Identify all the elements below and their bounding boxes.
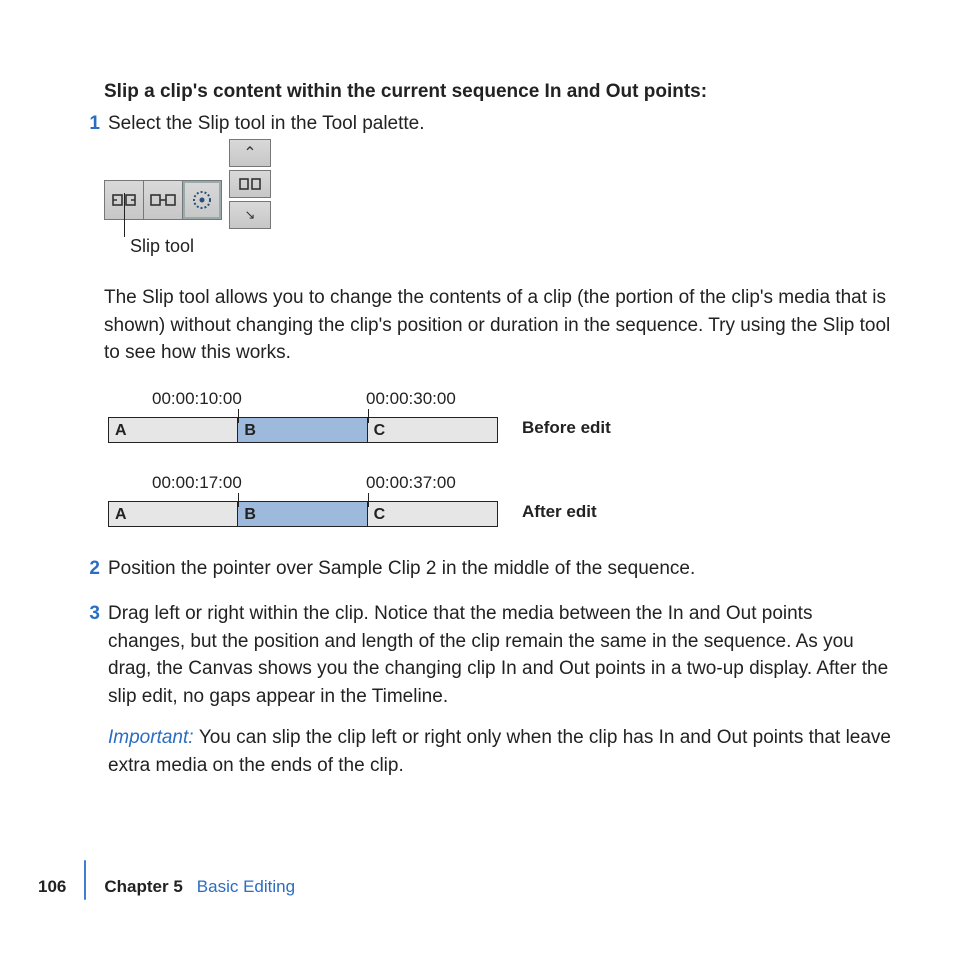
step-number: 2 bbox=[74, 555, 100, 583]
diagram-before: 00:00:10:00 00:00:30:00 A B C Before edi… bbox=[108, 387, 718, 443]
clip-b: B bbox=[238, 502, 367, 526]
clip-c: C bbox=[368, 418, 497, 442]
step-number: 1 bbox=[74, 110, 100, 138]
slide-tool-icon bbox=[149, 189, 177, 211]
chapter-title: Basic Editing bbox=[197, 875, 295, 900]
time-remap-icon bbox=[190, 188, 214, 212]
section-heading: Slip a clip's content within the current… bbox=[104, 78, 894, 106]
important-text: You can slip the clip left or right only… bbox=[108, 727, 891, 776]
description-paragraph: The Slip tool allows you to change the c… bbox=[104, 284, 894, 367]
page-footer: 106 Chapter 5 Basic Editing bbox=[38, 860, 295, 900]
important-label: Important: bbox=[108, 727, 199, 748]
ordered-steps-cont: 2 Position the pointer over Sample Clip … bbox=[104, 555, 894, 780]
tick-mark bbox=[368, 409, 369, 423]
clip-row-after: A B C bbox=[108, 501, 498, 527]
step-1: 1 Select the Slip tool in the Tool palet… bbox=[104, 110, 894, 138]
after-label: After edit bbox=[522, 500, 597, 525]
timecode-out-after: 00:00:37:00 bbox=[366, 471, 456, 496]
clip-c: C bbox=[368, 502, 497, 526]
timecode-out-before: 00:00:30:00 bbox=[366, 387, 456, 412]
chevron-up-icon: ⌃ bbox=[243, 142, 256, 165]
tick-mark bbox=[238, 409, 239, 423]
clip-b: B bbox=[238, 418, 367, 442]
step-number: 3 bbox=[74, 600, 100, 628]
step-text: Select the Slip tool in the Tool palette… bbox=[108, 110, 894, 138]
chapter-label: Chapter 5 bbox=[104, 875, 182, 900]
ordered-steps: 1 Select the Slip tool in the Tool palet… bbox=[104, 110, 894, 138]
expand-arrow-icon: ↘ bbox=[245, 206, 256, 225]
clip-a: A bbox=[109, 418, 238, 442]
before-label: Before edit bbox=[522, 416, 611, 441]
step-3-text: Drag left or right within the clip. Noti… bbox=[108, 603, 888, 707]
expand-up-button[interactable]: ⌃ bbox=[229, 139, 271, 167]
clip-a: A bbox=[109, 502, 238, 526]
expand-down-button[interactable]: ↘ bbox=[229, 201, 271, 229]
tool-palette-figure: ⌃ ↘ Slip tool bbox=[104, 153, 284, 246]
slip-variant-icon bbox=[237, 175, 263, 193]
slide-tool-button[interactable] bbox=[143, 180, 183, 220]
callout-label: Slip tool bbox=[130, 233, 194, 259]
slip-diagram: 00:00:10:00 00:00:30:00 A B C Before edi… bbox=[108, 387, 894, 527]
callout-line bbox=[124, 193, 125, 237]
step-3: 3 Drag left or right within the clip. No… bbox=[104, 600, 894, 779]
page-number: 106 bbox=[38, 875, 66, 900]
tick-mark bbox=[238, 493, 239, 507]
time-remap-tool-button[interactable] bbox=[182, 180, 222, 220]
step-text: Position the pointer over Sample Clip 2 … bbox=[108, 555, 894, 583]
footer-divider bbox=[84, 860, 86, 900]
clip-row-before: A B C bbox=[108, 417, 498, 443]
page-content: Slip a clip's content within the current… bbox=[104, 78, 894, 782]
slip-variant-button[interactable] bbox=[229, 170, 271, 198]
timecode-in-after: 00:00:17:00 bbox=[152, 471, 242, 496]
step-2: 2 Position the pointer over Sample Clip … bbox=[104, 555, 894, 583]
tick-mark bbox=[368, 493, 369, 507]
step-text: Drag left or right within the clip. Noti… bbox=[108, 600, 894, 779]
timecode-in-before: 00:00:10:00 bbox=[152, 387, 242, 412]
diagram-after: 00:00:17:00 00:00:37:00 A B C After edit bbox=[108, 471, 718, 527]
